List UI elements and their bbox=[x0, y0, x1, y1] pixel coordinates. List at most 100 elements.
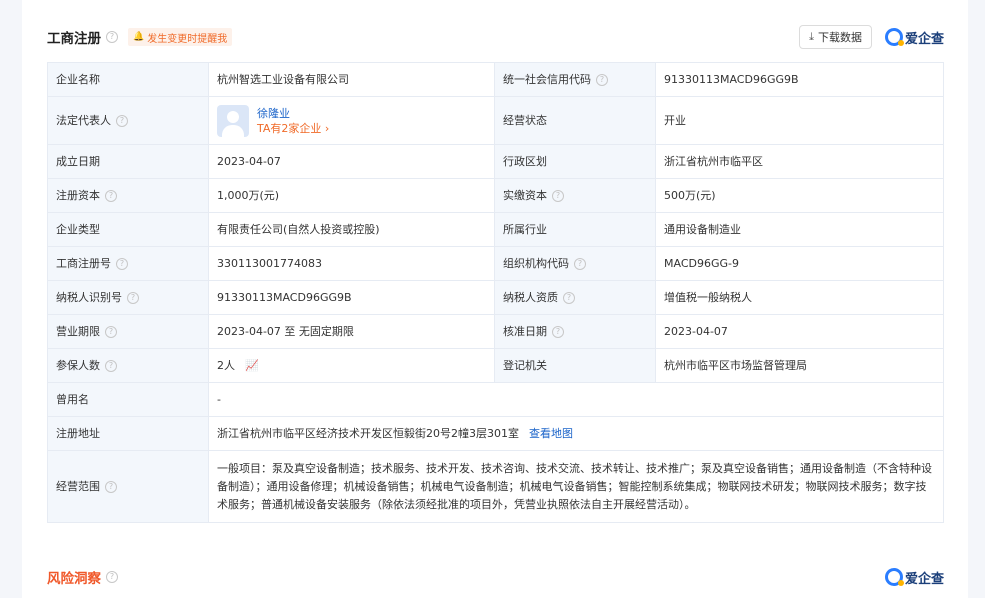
label-company-name: 企业名称 bbox=[47, 62, 209, 97]
value-approve-date: 2023-04-07 bbox=[655, 314, 944, 349]
download-data-button[interactable]: ⤓ 下载数据 bbox=[799, 25, 872, 49]
label-term: 营业期限? bbox=[47, 314, 209, 349]
label-address: 注册地址 bbox=[47, 416, 209, 451]
help-icon[interactable]: ? bbox=[127, 291, 139, 304]
label-text: 实缴资本 bbox=[503, 188, 547, 202]
help-icon[interactable]: ? bbox=[116, 114, 128, 127]
label-company-type: 企业类型 bbox=[47, 212, 209, 247]
value-term: 2023-04-07 至 无固定期限 bbox=[208, 314, 495, 349]
brand-logo: 爱企查 bbox=[884, 568, 944, 587]
value-taxpayer-type: 增值税一般纳税人 bbox=[655, 280, 944, 315]
label-reg-no: 工商注册号? bbox=[47, 246, 209, 281]
table-row: 成立日期 2023-04-07 行政区划 浙江省杭州市临平区 bbox=[47, 144, 944, 179]
label-paid-capital: 实缴资本? bbox=[494, 178, 656, 213]
label-region: 行政区划 bbox=[494, 144, 656, 179]
label-founded: 成立日期 bbox=[47, 144, 209, 179]
value-region: 浙江省杭州市临平区 bbox=[655, 144, 944, 179]
label-text: 营业期限 bbox=[56, 324, 100, 338]
value-insured: 2人 📈 bbox=[208, 348, 495, 383]
help-icon[interactable]: ? bbox=[105, 359, 117, 372]
bell-icon: 🔔 bbox=[133, 32, 145, 42]
brand-name: 爱企查 bbox=[904, 31, 944, 47]
section-title: 工商注册 bbox=[47, 31, 101, 47]
brand-logo-icon bbox=[884, 28, 904, 46]
label-legal-rep: 法定代表人? bbox=[47, 96, 209, 145]
value-founded: 2023-04-07 bbox=[208, 144, 495, 179]
label-status: 经营状态 bbox=[494, 96, 656, 145]
value-industry: 通用设备制造业 bbox=[655, 212, 944, 247]
download-label: 下载数据 bbox=[817, 31, 862, 44]
download-icon: ⤓ bbox=[809, 30, 814, 43]
value-authority: 杭州市临平区市场监督管理局 bbox=[655, 348, 944, 383]
value-status: 开业 bbox=[655, 96, 944, 145]
label-scope: 经营范围? bbox=[47, 450, 209, 523]
registration-table: 企业名称 杭州智选工业设备有限公司 统一社会信用代码? 91330113MACD… bbox=[47, 62, 944, 523]
address-text: 浙江省杭州市临平区经济技术开发区恒毅街20号2幢3层301室 bbox=[217, 426, 519, 440]
value-company-name: 杭州智选工业设备有限公司 bbox=[208, 62, 495, 97]
business-registration-card: 工商注册 ? 🔔 发生变更时提醒我 ⤓ 下载数据 爱企查 企业名称 杭州智选工业… bbox=[22, 0, 968, 598]
label-insured: 参保人数? bbox=[47, 348, 209, 383]
help-icon[interactable]: ? bbox=[105, 189, 117, 202]
table-row: 曾用名 - bbox=[47, 382, 944, 417]
value-scope: 一般项目：泵及真空设备制造；技术服务、技术开发、技术咨询、技术交流、技术转让、技… bbox=[208, 450, 944, 523]
change-remind-button[interactable]: 🔔 发生变更时提醒我 bbox=[128, 28, 233, 46]
label-taxpayer-id: 纳税人识别号? bbox=[47, 280, 209, 315]
value-reg-capital: 1,000万(元) bbox=[208, 178, 495, 213]
label-former-name: 曾用名 bbox=[47, 382, 209, 417]
label-text: 经营范围 bbox=[56, 479, 100, 493]
brand-name: 爱企查 bbox=[904, 571, 944, 587]
value-paid-capital: 500万(元) bbox=[655, 178, 944, 213]
brand-logo-icon bbox=[884, 568, 904, 586]
help-icon[interactable]: ? bbox=[106, 31, 118, 43]
table-row: 企业类型 有限责任公司(自然人投资或控股) 所属行业 通用设备制造业 bbox=[47, 212, 944, 247]
table-row: 法定代表人? 徐隆业 TA有2家企业 › 经营状态 开业 bbox=[47, 96, 944, 145]
legal-rep-name-link[interactable]: 徐隆业 bbox=[257, 106, 329, 121]
label-authority: 登记机关 bbox=[494, 348, 656, 383]
label-text: 参保人数 bbox=[56, 358, 100, 372]
label-text: 注册资本 bbox=[56, 188, 100, 202]
help-icon[interactable]: ? bbox=[574, 257, 586, 270]
avatar[interactable] bbox=[217, 104, 249, 137]
value-legal-rep: 徐隆业 TA有2家企业 › bbox=[208, 96, 495, 145]
value-company-type: 有限责任公司(自然人投资或控股) bbox=[208, 212, 495, 247]
legal-rep-companies-link[interactable]: TA有2家企业 › bbox=[257, 121, 329, 136]
value-credit-code: 91330113MACD96GG9B bbox=[655, 62, 944, 97]
insured-count: 2人 bbox=[217, 358, 235, 372]
label-text: 核准日期 bbox=[503, 324, 547, 338]
help-icon[interactable]: ? bbox=[105, 480, 117, 493]
label-text: 工商注册号 bbox=[56, 256, 111, 270]
view-map-link[interactable]: 查看地图 bbox=[529, 427, 573, 440]
label-text: 组织机构代码 bbox=[503, 256, 569, 270]
table-row: 纳税人识别号? 91330113MACD96GG9B 纳税人资质? 增值税一般纳… bbox=[47, 280, 944, 315]
table-row: 经营范围? 一般项目：泵及真空设备制造；技术服务、技术开发、技术咨询、技术交流、… bbox=[47, 450, 944, 523]
table-row: 工商注册号? 330113001774083 组织机构代码? MACD96GG-… bbox=[47, 246, 944, 281]
label-approve-date: 核准日期? bbox=[494, 314, 656, 349]
help-icon[interactable]: ? bbox=[106, 571, 118, 583]
help-icon[interactable]: ? bbox=[596, 73, 608, 86]
table-row: 营业期限? 2023-04-07 至 无固定期限 核准日期? 2023-04-0… bbox=[47, 314, 944, 349]
help-icon[interactable]: ? bbox=[116, 257, 128, 270]
value-former-name: - bbox=[208, 382, 944, 417]
table-row: 注册资本? 1,000万(元) 实缴资本? 500万(元) bbox=[47, 178, 944, 213]
help-icon[interactable]: ? bbox=[563, 291, 575, 304]
label-text: 法定代表人 bbox=[56, 113, 111, 127]
risk-title: 风险洞察 bbox=[47, 571, 101, 587]
table-row: 注册地址 浙江省杭州市临平区经济技术开发区恒毅街20号2幢3层301室 查看地图 bbox=[47, 416, 944, 451]
label-org-code: 组织机构代码? bbox=[494, 246, 656, 281]
table-row: 参保人数? 2人 📈 登记机关 杭州市临平区市场监督管理局 bbox=[47, 348, 944, 383]
label-credit-code: 统一社会信用代码? bbox=[494, 62, 656, 97]
trend-chart-icon[interactable]: 📈 bbox=[245, 359, 259, 372]
help-icon[interactable]: ? bbox=[552, 325, 564, 338]
label-reg-capital: 注册资本? bbox=[47, 178, 209, 213]
label-industry: 所属行业 bbox=[494, 212, 656, 247]
remind-label: 发生变更时提醒我 bbox=[147, 33, 228, 45]
risk-insight-header: 风险洞察 ? 爱企查 bbox=[47, 566, 944, 588]
section-header: 工商注册 ? 🔔 发生变更时提醒我 ⤓ 下载数据 爱企查 bbox=[47, 22, 944, 52]
help-icon[interactable]: ? bbox=[105, 325, 117, 338]
help-icon[interactable]: ? bbox=[552, 189, 564, 202]
brand-logo: 爱企查 bbox=[884, 28, 944, 47]
value-taxpayer-id: 91330113MACD96GG9B bbox=[208, 280, 495, 315]
value-org-code: MACD96GG-9 bbox=[655, 246, 944, 281]
label-taxpayer-type: 纳税人资质? bbox=[494, 280, 656, 315]
value-reg-no: 330113001774083 bbox=[208, 246, 495, 281]
